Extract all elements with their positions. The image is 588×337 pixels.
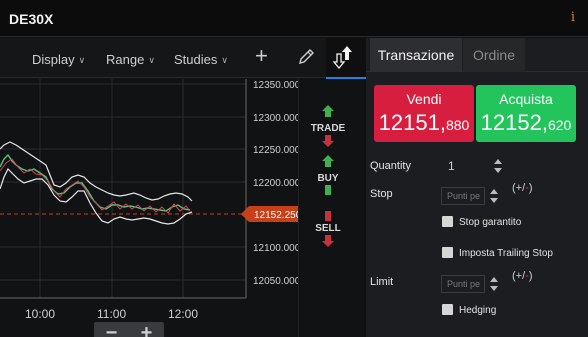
sell-button[interactable]: Vendi 12151,880 — [374, 85, 474, 142]
stepper-up-icon — [490, 277, 498, 282]
stepper-up-icon — [490, 189, 498, 194]
guaranteed-stop-label: Stop garantito — [459, 217, 522, 228]
current-price-tag: 12152.250 — [241, 206, 298, 222]
limit-direction-toggle[interactable]: (+/-) — [512, 270, 533, 282]
zoom-controls: − + — [94, 322, 164, 337]
x-axis-tick-labels: 10:00 11:00 12:00 — [25, 307, 198, 321]
trade-arrows-icon — [332, 46, 352, 70]
limit-stepper[interactable] — [490, 275, 498, 293]
y-tick-label: 12250.000 — [253, 145, 298, 156]
studies-dropdown[interactable]: Studies ∨ — [174, 52, 228, 67]
current-price-label: 12152.250 — [254, 210, 298, 221]
window-titlebar: DE30X i — [0, 0, 588, 37]
zoom-out-button[interactable]: − — [94, 322, 129, 337]
sell-price-main: 12151, — [378, 110, 446, 135]
up-arrow-icon — [322, 155, 334, 167]
chevron-down-icon: ∨ — [78, 55, 86, 65]
studies-dropdown-label: Studies — [174, 52, 218, 67]
x-tick-label: 12:00 — [168, 307, 198, 321]
guaranteed-stop-checkbox[interactable] — [442, 216, 453, 227]
display-dropdown-label: Display — [32, 52, 75, 67]
trade-side-actions: TRADE BUY SELL — [298, 79, 366, 337]
stop-direction-toggle[interactable]: (+/-) — [512, 182, 533, 194]
buy-bar-icon — [325, 185, 331, 195]
trade-action-label: TRADE — [311, 123, 346, 134]
display-dropdown[interactable]: Display ∨ — [32, 52, 85, 67]
down-arrow-icon — [322, 235, 334, 247]
stepper-up-icon — [494, 159, 502, 164]
hedging-checkbox[interactable] — [442, 304, 453, 315]
buy-action-label: BUY — [317, 173, 338, 184]
buy-action-button[interactable]: BUY — [317, 155, 339, 195]
chevron-down-icon: ∨ — [148, 55, 155, 65]
tab-ordine[interactable]: Ordine — [463, 38, 525, 72]
sell-price-fraction: 880 — [445, 117, 470, 133]
trade-action-button[interactable]: TRADE — [311, 105, 346, 147]
buy-button-label: Acquista — [499, 91, 553, 107]
info-icon[interactable]: i — [571, 10, 575, 25]
x-tick-label: 10:00 — [25, 307, 55, 321]
price-chart[interactable]: 12350.000 12300.000 12250.000 12200.000 … — [0, 79, 298, 337]
stepper-down-icon — [494, 168, 502, 173]
limit-sign-close: ) — [528, 270, 533, 282]
y-axis-tick-labels: 12350.000 12300.000 12250.000 12200.000 … — [253, 80, 298, 287]
buy-button[interactable]: Acquista 12152,620 — [476, 85, 576, 142]
sell-bar-icon — [325, 211, 331, 221]
trade-tabs: Transazione Ordine — [366, 38, 588, 72]
trailing-stop-checkbox[interactable] — [442, 247, 453, 258]
stepper-down-icon — [490, 286, 498, 291]
pencil-icon[interactable] — [296, 47, 316, 67]
down-arrow-icon — [322, 135, 334, 147]
y-tick-label: 12200.000 — [253, 178, 298, 189]
trade-panel: Transazione Ordine Vendi 12151,880 Acqui… — [366, 38, 588, 337]
stop-points-input[interactable]: Punti pe — [441, 187, 485, 205]
tab-transazione[interactable]: Transazione — [370, 38, 462, 72]
y-tick-label: 12050.000 — [253, 276, 298, 287]
quantity-input[interactable]: 1 — [448, 159, 455, 173]
chart-toolbar: Display ∨ Range ∨ Studies ∨ + — [0, 38, 366, 80]
range-dropdown[interactable]: Range ∨ — [106, 52, 155, 67]
stop-sign-close: ) — [528, 182, 533, 194]
buy-price-fraction: 620 — [547, 117, 572, 133]
instrument-title: DE30X — [9, 11, 54, 27]
trade-mode-button[interactable] — [326, 38, 366, 80]
y-tick-label: 12350.000 — [253, 80, 298, 91]
y-tick-label: 12100.000 — [253, 243, 298, 254]
stepper-down-icon — [490, 198, 498, 203]
buy-price: 12152,620 — [476, 110, 576, 136]
quantity-label: Quantity — [370, 160, 411, 172]
chevron-down-icon: ∨ — [221, 55, 228, 65]
sell-action-button[interactable]: SELL — [315, 211, 341, 247]
stop-label: Stop — [370, 188, 393, 200]
y-tick-label: 12300.000 — [253, 113, 298, 124]
stop-stepper[interactable] — [490, 187, 498, 205]
sell-action-label: SELL — [315, 223, 341, 234]
sell-price: 12151,880 — [374, 110, 474, 136]
hedging-label: Hedging — [459, 305, 497, 316]
add-comparison-button[interactable]: + — [255, 45, 275, 68]
limit-label: Limit — [370, 276, 394, 288]
bollinger-band-upper — [0, 141, 193, 202]
x-tick-label: 11:00 — [97, 307, 126, 321]
trailing-stop-label: Imposta Trailing Stop — [459, 248, 553, 259]
buy-price-main: 12152, — [480, 110, 548, 135]
up-arrow-icon — [322, 105, 334, 117]
chart-gridlines — [0, 79, 246, 298]
quantity-stepper[interactable] — [494, 157, 502, 175]
sell-button-label: Vendi — [406, 91, 442, 107]
limit-points-input[interactable]: Punti pe — [441, 275, 485, 293]
zoom-in-button[interactable]: + — [129, 322, 164, 337]
range-dropdown-label: Range — [106, 52, 145, 67]
